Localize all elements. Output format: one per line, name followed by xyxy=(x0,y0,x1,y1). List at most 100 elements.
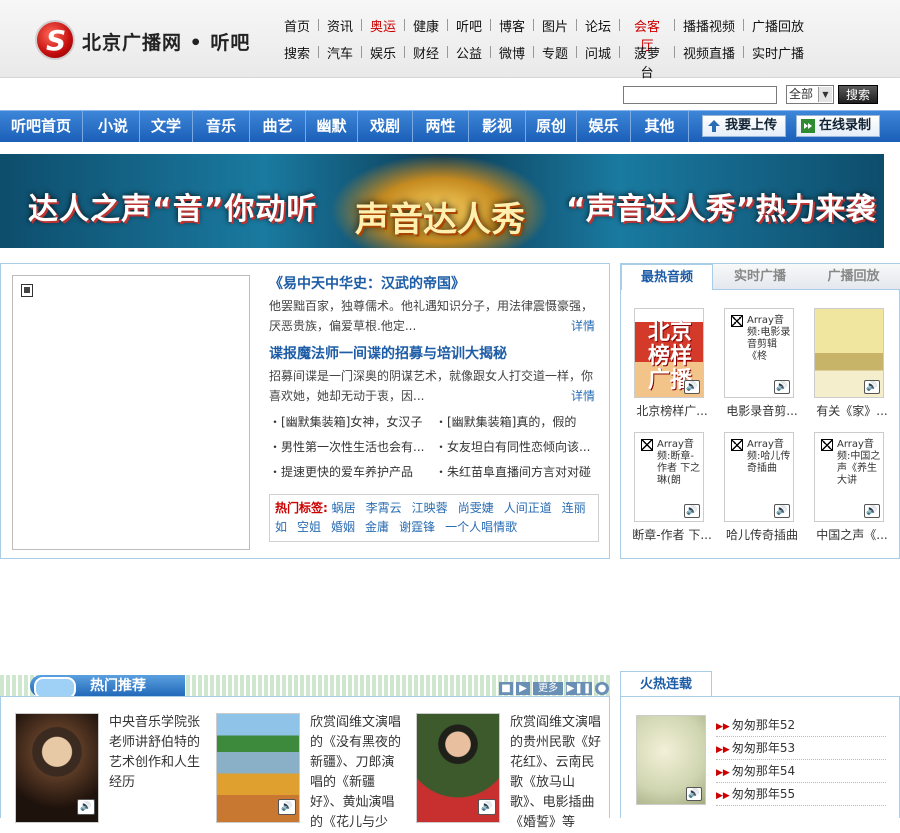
speaker-icon: 🔊 xyxy=(864,380,880,394)
upload-button-label: 我要上传 xyxy=(725,118,778,133)
audio-item[interactable]: Array音频:电影录音剪辑《柊 🔊 电影录音剪... xyxy=(718,308,804,428)
nav-link[interactable]: 专题 xyxy=(542,43,568,81)
tag-link[interactable]: 李霄云 xyxy=(366,501,402,515)
search-input[interactable] xyxy=(623,86,777,104)
recommend-title: 热门推荐 xyxy=(30,675,185,699)
promo-banner[interactable]: 达人之声“音”你动听 声音达人秀 “声音达人秀”热力来袭 xyxy=(0,154,884,248)
story-more-link-2[interactable]: 详情 xyxy=(571,387,595,404)
list-item[interactable]: ・[幽默集装箱]女神，女汉子 xyxy=(269,410,429,435)
episode-item[interactable]: ▶▶ 匆匆那年55 xyxy=(716,783,886,806)
search-category-select[interactable]: 全部 ▼ xyxy=(786,85,834,104)
category-tab[interactable]: 文学 xyxy=(140,111,193,142)
tab-hot-audio[interactable]: 最热音频 xyxy=(621,264,713,290)
audio-thumbnail: 北京榜样广播 🔊 xyxy=(634,308,704,398)
nav-link[interactable]: 搜索 xyxy=(284,43,310,81)
search-category-value: 全部 xyxy=(789,87,814,101)
list-item[interactable]: ・女友坦白有同性恋倾向该... xyxy=(435,435,597,460)
tag-link[interactable]: 谢霆锋 xyxy=(399,520,435,534)
nav-link[interactable]: 娱乐 xyxy=(370,43,396,81)
nav-link[interactable]: 公益 xyxy=(456,43,482,81)
tag-link[interactable]: 空姐 xyxy=(297,520,321,534)
tab-radio-replay[interactable]: 广播回放 xyxy=(807,264,900,290)
nav-separator xyxy=(533,46,534,58)
nav-link[interactable]: 汽车 xyxy=(327,43,353,81)
recommend-item[interactable]: 🔊 欣赏阎维文演唱的《没有黑夜的新疆》、刀郎演唱的《新疆好》、黄灿演唱的《花儿与… xyxy=(216,713,406,830)
nav-link[interactable]: 问城 xyxy=(585,43,611,81)
category-tab[interactable]: 幽默 xyxy=(306,111,358,142)
category-tab[interactable]: 影视 xyxy=(469,111,526,142)
pager-stop-icon[interactable]: ■ xyxy=(499,682,513,695)
audio-item[interactable]: 北京榜样广播 🔊 北京榜样广... xyxy=(628,308,714,428)
nav-link[interactable]: 实时广播 xyxy=(752,43,804,81)
list-item[interactable]: ・朱红苗阜直播间方言对对碰 xyxy=(435,460,597,485)
category-tab[interactable]: 曲艺 xyxy=(250,111,306,142)
category-tab[interactable]: 原创 xyxy=(526,111,577,142)
category-tab[interactable]: 戏剧 xyxy=(358,111,413,142)
audio-item[interactable]: Array音频:中国之声《养生大讲 🔊 中国之声《... xyxy=(808,432,894,552)
tag-link[interactable]: 婚姻 xyxy=(331,520,355,534)
story-title-2[interactable]: 谍报魔法师一间谍的招募与培训大揭秘 xyxy=(269,343,507,363)
recommend-text: 欣赏阎维文演唱的《没有黑夜的新疆》、刀郎演唱的《新疆好》、黄灿演唱的《花儿与少 xyxy=(310,715,402,830)
nav-separator xyxy=(490,46,491,58)
category-tab[interactable]: 娱乐 xyxy=(577,111,631,142)
banner-right-text: “声音达人秀”热力来袭 xyxy=(566,192,876,227)
site-logo-text[interactable]: 北京广播网 • 听吧 xyxy=(82,28,250,55)
nav-link[interactable]: 微博 xyxy=(499,43,525,81)
list-item[interactable]: ・男性第一次性生活也会有... xyxy=(269,435,429,460)
nav-link[interactable]: 财经 xyxy=(413,43,439,81)
serial-cover-image[interactable]: 🔊 xyxy=(636,715,706,805)
tag-link[interactable]: 一个人唱情歌 xyxy=(445,520,517,534)
story-body-1: 他罢黜百家，独尊儒术。他礼遇知识分子，用法律震慑豪强，厌恶贵族，偏爱草根.他定.… xyxy=(269,299,594,333)
online-record-button[interactable]: 在线录制 xyxy=(796,115,880,137)
video-player[interactable] xyxy=(12,275,250,550)
nav-separator xyxy=(361,19,362,31)
search-button[interactable]: 搜索 xyxy=(838,85,878,104)
episode-item[interactable]: ▶▶ 匆匆那年54 xyxy=(716,760,886,783)
tab-live-radio[interactable]: 实时广播 xyxy=(713,264,807,290)
recommend-panel: 🔊 中央音乐学院张老师讲舒伯特的艺术创作和人生经历 🔊 欣赏阎维文演唱的《没有黑… xyxy=(0,696,610,830)
list-item[interactable]: ・[幽默集装箱]真的，假的 xyxy=(435,410,597,435)
nav-link[interactable]: 视频直播 xyxy=(683,43,735,81)
audio-caption: 电影录音剪... xyxy=(726,404,798,418)
recommend-item[interactable]: 🔊 欣赏阎维文演唱的贵州民歌《好花红》、云南民歌《放马山歌》、电影插曲《婚誓》等 xyxy=(416,713,606,830)
pager-circle-icon[interactable]: ● xyxy=(595,682,609,695)
banner-left-text: 达人之声“音”你动听 xyxy=(28,192,318,227)
audio-thumbnail: Array音频:断章-作者 下之琳(朗 🔊 xyxy=(634,432,704,522)
category-tab[interactable]: 小说 xyxy=(87,111,140,142)
episode-title: 匆匆那年53 xyxy=(731,741,796,755)
list-item[interactable]: ・提速更快的爱车养护产品 xyxy=(269,460,429,485)
recommend-item[interactable]: 🔊 中央音乐学院张老师讲舒伯特的艺术创作和人生经历 xyxy=(15,713,205,823)
tag-link[interactable]: 尚雯婕 xyxy=(458,501,494,515)
nav-separator xyxy=(674,46,675,58)
audio-item[interactable]: 🔊 有关《家》... xyxy=(808,308,894,428)
upload-arrow-icon xyxy=(707,119,721,133)
tag-link[interactable]: 人间正道 xyxy=(504,501,552,515)
episode-item[interactable]: ▶▶ 匆匆那年52 xyxy=(716,714,886,737)
tag-link[interactable]: 蜗居 xyxy=(332,501,356,515)
broken-image-alt: Array音频:断章-作者 下之琳(朗 xyxy=(635,433,703,487)
tag-link[interactable]: 江映蓉 xyxy=(412,501,448,515)
category-tab[interactable]: 听吧首页 xyxy=(0,111,83,142)
brand-logo-icon[interactable] xyxy=(35,20,75,60)
double-arrow-icon: ▶▶ xyxy=(716,722,730,732)
audio-thumbnail: Array音频:中国之声《养生大讲 🔊 xyxy=(814,432,884,522)
audio-item[interactable]: Array音频:断章-作者 下之琳(朗 🔊 断章-作者 下... xyxy=(628,432,714,552)
pager-next-pause-icon[interactable]: ▶❚❚ xyxy=(566,682,592,695)
audio-caption: 断章-作者 下... xyxy=(632,528,712,542)
audio-item[interactable]: Array音频:哈儿传奇插曲 🔊 哈儿传奇插曲 xyxy=(718,432,804,552)
category-tab[interactable]: 其他 xyxy=(631,111,689,142)
category-tab[interactable]: 两性 xyxy=(413,111,469,142)
tag-link[interactable]: 金庸 xyxy=(365,520,389,534)
serial-tab[interactable]: 火热连载 xyxy=(620,671,712,697)
recommend-more-link[interactable]: 更多 xyxy=(533,682,563,695)
story-title-1[interactable]: 《易中天中华史：汉武的帝国》 xyxy=(269,273,465,293)
episode-item[interactable]: ▶▶ 匆匆那年53 xyxy=(716,737,886,760)
story-more-link-1[interactable]: 详情 xyxy=(571,317,595,334)
featured-panel: 《易中天中华史：汉武的帝国》 他罢黜百家，独尊儒术。他礼遇知识分子，用法律震慑豪… xyxy=(0,263,610,559)
category-tab[interactable]: 音乐 xyxy=(193,111,250,142)
pager-play-icon[interactable]: ▶ xyxy=(516,682,530,695)
episode-title: 匆匆那年52 xyxy=(731,718,796,732)
nav-link[interactable]: 菠萝台 xyxy=(628,43,666,81)
upload-button[interactable]: 我要上传 xyxy=(702,115,786,137)
speaker-icon: 🔊 xyxy=(278,799,296,815)
